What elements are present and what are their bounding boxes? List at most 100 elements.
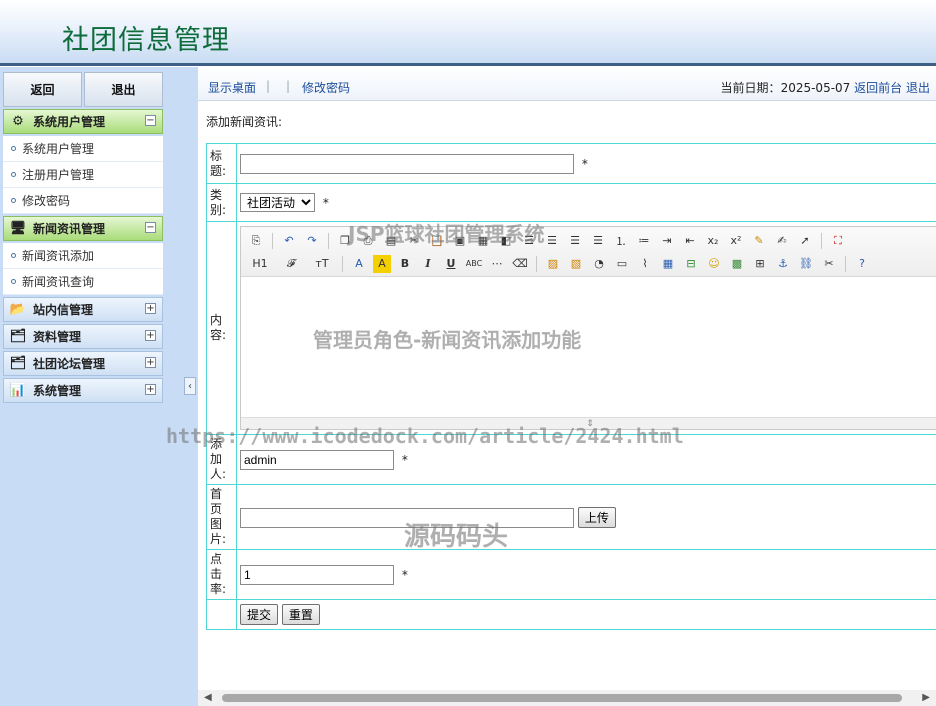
scroll-left-icon[interactable]: ◀ (204, 692, 212, 703)
fullscreen-icon[interactable]: ⛶ (829, 232, 847, 250)
template-icon[interactable]: ▤ (382, 232, 400, 250)
outdent-icon[interactable]: ⇤ (681, 232, 699, 250)
font-size-dropdown[interactable]: тT (309, 255, 335, 273)
menu-item-news-add[interactable]: 新闻资讯添加 (3, 243, 163, 269)
expand-toggle-icon[interactable]: + (145, 384, 156, 395)
unordered-list-icon[interactable]: ≔ (635, 232, 653, 250)
menu-item-news-query[interactable]: 新闻资讯查询 (3, 269, 163, 295)
link-icon[interactable]: ⛓ (797, 255, 815, 273)
flash-icon[interactable]: ◔ (590, 255, 608, 273)
logout-link[interactable]: 退出 (906, 81, 930, 95)
bar-chart-icon: 📊 (9, 383, 27, 398)
menu-group-messages[interactable]: 📂 站内信管理 + (3, 297, 163, 322)
highlight-icon[interactable]: A (373, 254, 391, 273)
redo-icon[interactable]: ↷ (303, 232, 321, 250)
editor-toolbar-row-2: H1 𝓕 тT A A B I U ABC ⋯ ⌫ ▨ ▧ ◔ ▭ ⌇ ▦ ⊟ … (247, 252, 933, 275)
superscript-icon[interactable]: x² (727, 232, 745, 250)
help-icon[interactable]: ? (853, 255, 871, 273)
emoticon-icon[interactable]: ☺ (705, 255, 723, 273)
author-input[interactable] (240, 449, 394, 470)
scrollbar-thumb[interactable] (222, 694, 902, 702)
date-value: 2025-05-07 (780, 81, 851, 95)
sidebar-collapse-handle[interactable]: ‹ (184, 377, 196, 395)
font-color-icon[interactable]: A (350, 255, 368, 273)
category-cell: 社团活动 * (236, 183, 936, 222)
undo-icon[interactable]: ↶ (280, 232, 298, 250)
menu-group-system[interactable]: 📊 系统管理 + (3, 378, 163, 403)
clicks-cell: * (236, 549, 936, 600)
cut-icon[interactable]: ✂ (405, 232, 423, 250)
multi-image-icon[interactable]: ▧ (567, 255, 585, 273)
select-all-icon[interactable]: ✍ (773, 232, 791, 250)
paste-text-icon[interactable]: ▣ (451, 232, 469, 250)
image-icon[interactable]: ▨ (544, 255, 562, 273)
anchor-icon[interactable]: ⚓ (774, 255, 792, 273)
change-password-link[interactable]: 修改密码 (302, 79, 350, 96)
app-title: 社团信息管理 (62, 25, 230, 56)
source-icon[interactable]: ⎘ (247, 232, 265, 250)
copy-icon[interactable]: ❐ (336, 232, 354, 250)
unlink-icon[interactable]: ✂ (820, 255, 838, 273)
pointer-icon[interactable]: ➚ (796, 232, 814, 250)
menu-group-news[interactable]: 🖥 新闻资讯管理 − (3, 216, 163, 241)
toolbar-separator (328, 232, 329, 249)
indent-icon[interactable]: ⇥ (658, 232, 676, 250)
expand-toggle-icon[interactable]: + (145, 357, 156, 368)
collapse-toggle-icon[interactable]: − (145, 222, 156, 233)
back-to-front-link[interactable]: 返回前台 (854, 81, 902, 95)
underline-icon[interactable]: U (442, 255, 460, 273)
find-icon[interactable]: ◧ (497, 232, 515, 250)
image-path-input[interactable] (240, 507, 574, 528)
align-left-icon[interactable]: ☰ (520, 232, 538, 250)
paste-word-icon[interactable]: ▦ (474, 232, 492, 250)
subscript-icon[interactable]: x₂ (704, 232, 722, 250)
title-input[interactable] (240, 153, 574, 174)
horizontal-scrollbar[interactable]: ◀ ▶ (198, 690, 936, 706)
editor-content-area[interactable] (241, 277, 936, 417)
clicks-input[interactable] (240, 564, 394, 585)
hr-icon[interactable]: ⋯ (488, 255, 506, 273)
table-icon[interactable]: ▦ (659, 255, 677, 273)
insert-hr-icon[interactable]: ⊟ (682, 255, 700, 273)
paste-icon[interactable]: 📋 (428, 232, 446, 250)
menu-group-materials[interactable]: 🗂 资料管理 + (3, 324, 163, 349)
top-nav-bar: 显示桌面 | | 修改密码 当前日期：2025-05-07 返回前台 退出 (198, 67, 936, 101)
eraser-icon[interactable]: ⌫ (511, 255, 529, 273)
bold-icon[interactable]: B (396, 255, 414, 273)
strikethrough-icon[interactable]: ABC (465, 255, 483, 273)
menu-item-registered-users[interactable]: 注册用户管理 (3, 162, 163, 188)
align-justify-icon[interactable]: ☰ (589, 232, 607, 250)
attachment-icon[interactable]: ⌇ (636, 255, 654, 273)
clear-format-icon[interactable]: ✎ (750, 232, 768, 250)
logout-button[interactable]: 退出 (84, 72, 163, 107)
menu-item-change-password[interactable]: 修改密码 (3, 188, 163, 214)
expand-toggle-icon[interactable]: + (145, 303, 156, 314)
menu-group-forum[interactable]: 🗂 社团论坛管理 + (3, 351, 163, 376)
media-icon[interactable]: ▭ (613, 255, 631, 273)
show-desktop-link[interactable]: 显示桌面 (208, 79, 256, 96)
map-icon[interactable]: ▩ (728, 255, 746, 273)
italic-icon[interactable]: I (419, 255, 437, 273)
align-right-icon[interactable]: ☰ (566, 232, 584, 250)
toolbar-separator (821, 232, 822, 249)
pagebreak-icon[interactable]: ⊞ (751, 255, 769, 273)
heading-dropdown[interactable]: H1 (247, 255, 273, 273)
submit-button[interactable]: 提交 (240, 604, 279, 625)
editor-resize-handle[interactable]: ⇕ (241, 417, 936, 429)
category-select[interactable]: 社团活动 (240, 193, 315, 212)
ordered-list-icon[interactable]: ⒈ (612, 232, 630, 250)
scroll-right-icon[interactable]: ▶ (922, 692, 930, 703)
back-button[interactable]: 返回 (3, 72, 82, 107)
date-area: 当前日期：2025-05-07 返回前台 退出 (721, 79, 930, 96)
reset-button[interactable]: 重置 (281, 604, 320, 625)
expand-toggle-icon[interactable]: + (145, 330, 156, 341)
font-name-dropdown[interactable]: 𝓕 (278, 255, 304, 273)
menu-group-label: 站内信管理 (33, 303, 94, 317)
toolbar-separator (536, 255, 537, 272)
menu-group-system-users[interactable]: ⚙ 系统用户管理 − (3, 109, 163, 134)
print-icon[interactable]: ⎙ (359, 232, 377, 250)
menu-item-system-users[interactable]: 系统用户管理 (3, 136, 163, 162)
collapse-toggle-icon[interactable]: − (145, 115, 156, 126)
upload-button[interactable]: 上传 (577, 506, 616, 528)
align-center-icon[interactable]: ☰ (543, 232, 561, 250)
